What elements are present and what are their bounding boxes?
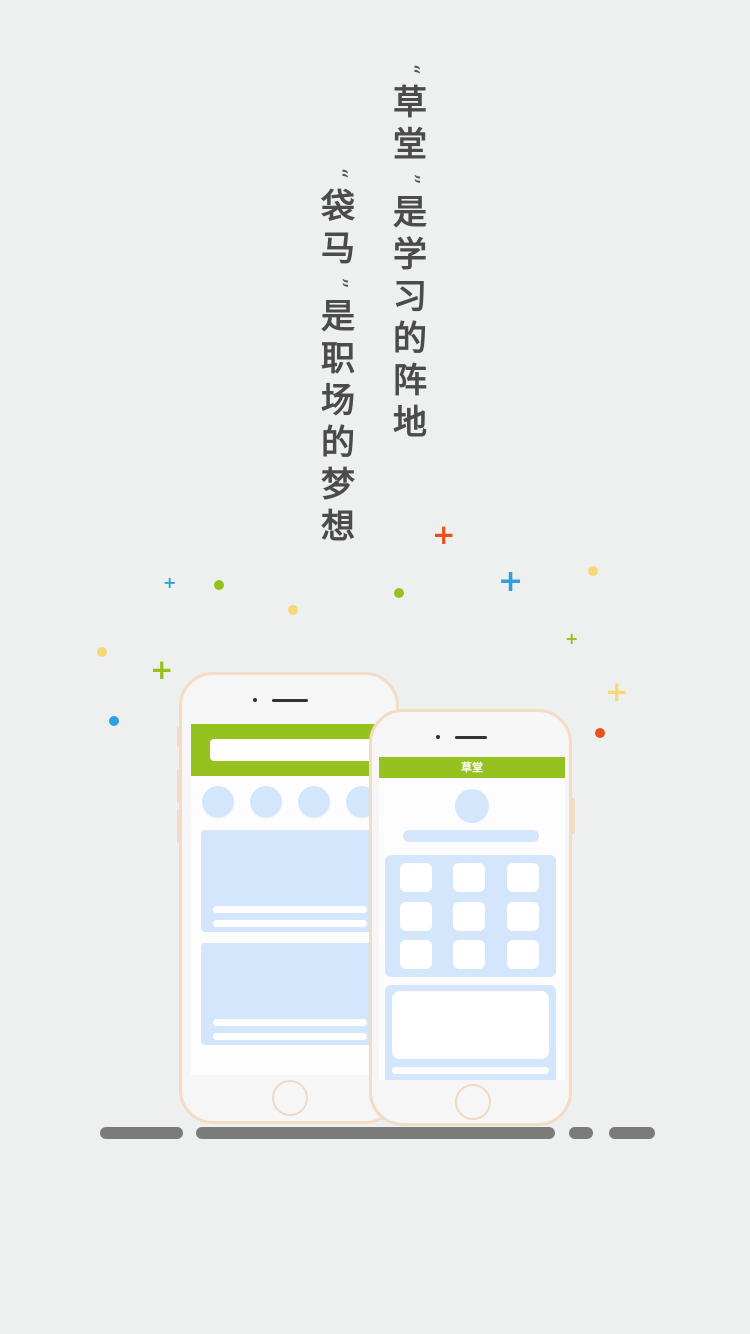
category-circle — [250, 786, 282, 818]
username-line — [403, 830, 539, 842]
app-header: 草堂 — [379, 757, 565, 778]
content-card — [201, 943, 377, 1045]
slogan-char: 袋 — [321, 187, 355, 227]
dot-icon — [595, 728, 605, 738]
app-header — [191, 724, 387, 776]
back-phone — [177, 672, 399, 1124]
plus-icon: + — [498, 564, 524, 599]
search-bar — [210, 739, 380, 761]
dot-icon — [288, 605, 298, 615]
home-button — [455, 1084, 491, 1120]
camera-icon — [436, 735, 440, 739]
slogan-char: 是 — [321, 297, 355, 337]
plus-icon: + — [605, 675, 629, 708]
grid-tile — [507, 902, 539, 931]
open-quote: “ — [398, 63, 423, 75]
slogan-char: 的 — [321, 423, 355, 463]
grid-tile — [400, 902, 432, 931]
ground-bar — [100, 1127, 183, 1139]
volume-button — [177, 769, 180, 803]
grid-tile — [400, 863, 432, 892]
slogan-char: 想 — [321, 507, 355, 547]
grid-tile — [453, 940, 485, 969]
dot-icon — [588, 566, 598, 576]
ground-bar — [569, 1127, 593, 1139]
slogan-char: 地 — [393, 403, 427, 443]
dot-icon — [97, 647, 107, 657]
slogan-char: 梦 — [321, 465, 355, 505]
front-phone-screen: 草堂 — [379, 757, 565, 1080]
back-phone-screen — [191, 724, 387, 1075]
plus-icon: + — [163, 573, 177, 592]
icon-grid — [385, 855, 556, 977]
plus-icon: + — [150, 653, 174, 686]
slogan-line-1: “ 草 堂 ” 是 学 习 的 阵 地 — [388, 56, 432, 444]
content-card — [201, 830, 377, 932]
card-text-line — [213, 906, 367, 913]
card-text-line — [213, 920, 367, 927]
close-quote: ” — [326, 277, 351, 289]
card-text-line — [213, 1033, 367, 1040]
grid-tile — [507, 940, 539, 969]
slogan-char: 马 — [321, 229, 355, 269]
slogan-line-2: “ 袋 马 ” 是 职 场 的 梦 想 — [316, 160, 360, 548]
speaker-icon — [455, 736, 487, 739]
app-title: 草堂 — [461, 761, 483, 774]
slogan-char: 堂 — [393, 125, 427, 165]
slogan-char: 学 — [393, 235, 427, 275]
slogan-char: 习 — [393, 277, 427, 317]
grid-tile — [453, 902, 485, 931]
category-circle — [202, 786, 234, 818]
card-image — [392, 991, 549, 1059]
slogan-char: 场 — [321, 381, 355, 421]
close-quote: ” — [398, 173, 423, 185]
plus-icon: + — [432, 518, 456, 551]
power-button — [572, 798, 575, 834]
speaker-icon — [272, 699, 308, 702]
avatar — [455, 789, 489, 823]
grid-tile — [507, 863, 539, 892]
camera-icon — [253, 698, 257, 702]
plus-icon: + — [565, 629, 579, 648]
card-text-line — [392, 1067, 549, 1074]
slogan-char: 阵 — [393, 361, 427, 401]
volume-button — [177, 809, 180, 843]
slogan-char: 草 — [393, 83, 427, 123]
ground-bar — [609, 1127, 655, 1139]
slogan-char: 职 — [321, 339, 355, 379]
grid-tile — [400, 940, 432, 969]
category-circle — [298, 786, 330, 818]
volume-button — [177, 727, 180, 747]
front-phone: 草堂 — [369, 709, 575, 1126]
dot-icon — [214, 580, 224, 590]
grid-tile — [453, 863, 485, 892]
dot-icon — [109, 716, 119, 726]
dot-icon — [394, 588, 404, 598]
ground-bar — [196, 1127, 555, 1139]
slogan-char: 的 — [393, 319, 427, 359]
slogan-char: 是 — [393, 193, 427, 233]
card-text-line — [213, 1019, 367, 1026]
home-button — [272, 1080, 308, 1116]
open-quote: “ — [326, 167, 351, 179]
content-card — [385, 985, 556, 1080]
